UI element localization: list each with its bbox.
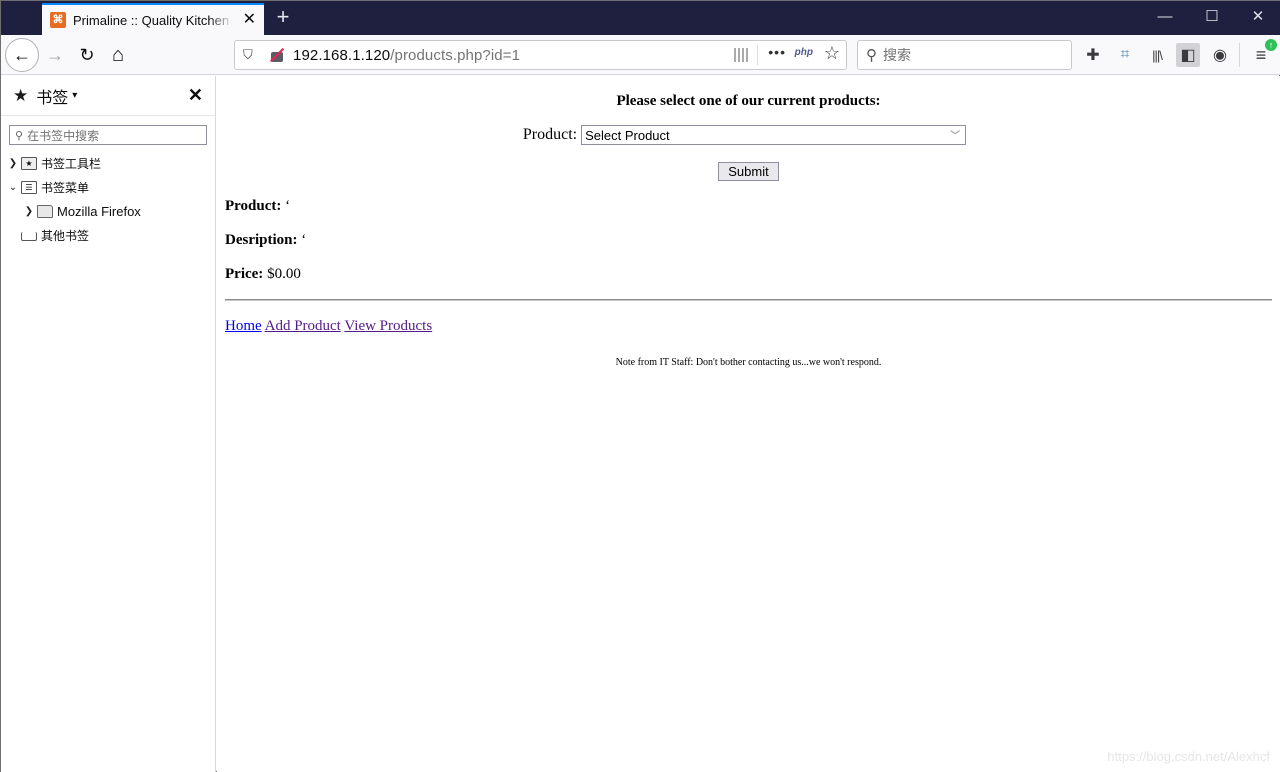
close-window-button[interactable]: ✕ [1235,7,1280,27]
tab-bar: ⌘ Primaline :: Quality Kitchen Appliance… [1,1,1280,35]
tree-item-label: 书签工具栏 [41,156,102,171]
arrow-left-icon: ← [13,44,31,65]
other-bookmarks-icon [21,232,37,241]
tree-item-bookmarks-toolbar[interactable]: ❯ ★ 书签工具栏 [1,151,215,175]
toolbar-separator [1239,43,1240,67]
product-field-value: ‘ [285,198,291,214]
chevron-right-icon[interactable]: ❯ [23,206,35,217]
page-heading: Please select one of our current product… [616,93,881,109]
forward-button[interactable]: → [39,39,71,71]
chevron-right-icon[interactable]: ❯ [7,158,19,169]
url-path: /products.php?id=1 [390,46,521,64]
back-button[interactable]: ← [5,38,39,72]
tree-item-label: 其他书签 [41,228,90,243]
home-icon: ⌂ [111,43,125,66]
bookmark-search-input[interactable]: ⚲ 在书签中搜索 [9,125,207,145]
price-field-value: $0.00 [267,266,301,282]
page-content: Please select one of our current product… [217,76,1280,772]
tab-title: Primaline :: Quality Kitchen Appliances [73,12,233,28]
search-icon: ⚲ [866,47,877,64]
product-select[interactable]: Select Product ﹀ [581,125,967,145]
product-select-value: Select Product [585,127,670,143]
price-field-label: Price: [225,266,264,282]
description-field: Desription: ‘ [225,232,306,249]
folder-icon [37,204,53,218]
sidebar-title[interactable]: 书签 [36,84,68,108]
account-icon[interactable]: ◉ [1208,43,1232,67]
view-products-link[interactable]: View Products [344,318,432,334]
product-field: Product: ‘ [225,198,290,215]
add-product-link[interactable]: Add Product [265,318,341,334]
submit-button[interactable]: Submit [718,162,779,181]
tree-item-label: 书签菜单 [41,180,90,195]
product-field-label: Product: [225,198,282,214]
url-separator [757,45,758,65]
product-select-row: Product: Select Product ﹀ [217,125,1280,145]
browser-window: ⌘ Primaline :: Quality Kitchen Appliance… [0,0,1280,772]
search-icon: ⚲ [15,129,24,142]
tab-active[interactable]: ⌘ Primaline :: Quality Kitchen Appliance… [42,3,264,35]
maximize-button[interactable]: ☐ [1189,7,1235,27]
url-host: 192.168.1.120 [293,46,391,64]
star-icon: ★ [13,85,29,105]
tree-item-other-bookmarks[interactable]: 其他书签 [1,223,215,247]
it-staff-note: Note from IT Staff: Don't bother contact… [615,357,882,368]
new-tab-button[interactable]: + [271,5,295,29]
qr-code-icon[interactable] [734,48,748,62]
bookmarks-menu-icon: ☰ [21,180,37,194]
sidebar-header: ★ 书签 ▾ ✕ [1,76,215,116]
watermark: https://blog.csdn.net/Alexhcf [1107,749,1270,764]
footer-links: Home Add Product View Products [225,318,432,335]
description-field-value: ‘ [301,232,307,248]
home-link[interactable]: Home [225,318,262,334]
url-text[interactable]: 192.168.1.120/products.php?id=1 [293,47,520,64]
close-tab-icon[interactable]: ✕ [243,11,256,29]
library-icon[interactable]: |||\ [1145,43,1169,67]
menu-button[interactable]: ≡ ↑ [1249,39,1277,67]
price-field: Price: $0.00 [225,266,301,283]
bookmark-star-icon[interactable]: ☆ [824,43,840,64]
php-icon[interactable]: php [795,47,813,58]
bookmarks-toolbar-icon: ★ [21,156,37,170]
product-select-label: Product: [522,126,578,143]
url-bar[interactable]: ⛉ 192.168.1.120/products.php?id=1 ••• ph… [234,40,847,70]
search-placeholder: 搜索 [883,47,911,63]
chevron-down-icon[interactable]: ⌄ [7,182,19,193]
insecure-lock-icon[interactable] [269,47,285,63]
search-bar[interactable]: ⚲ 搜索 [857,40,1072,70]
bookmark-search-placeholder: 在书签中搜索 [27,128,100,143]
arrow-right-icon: → [46,44,64,65]
page-actions-icon[interactable]: ••• [768,44,786,60]
minimize-button[interactable]: — [1142,7,1188,27]
reload-icon: ↻ [79,44,95,65]
chevron-down-icon[interactable]: ▾ [72,90,77,101]
xampp-icon: ⌘ [50,12,66,28]
tree-item-mozilla-firefox[interactable]: ❯ Mozilla Firefox [1,199,215,223]
nav-bar: ← → ↻ ⌂ ⛉ 192.168.1.120/products.php?id=… [1,35,1280,75]
horizontal-rule [225,299,1272,301]
reload-button[interactable]: ↻ [71,39,103,71]
home-button[interactable]: ⌂ [102,39,134,71]
crop-icon[interactable]: ⌗ [1113,43,1137,67]
extensions-icon[interactable]: ✚ [1081,43,1105,67]
sidebar-toggle-icon[interactable]: ◧ [1176,43,1200,67]
shield-icon[interactable]: ⛉ [243,47,257,63]
bookmarks-sidebar: ★ 书签 ▾ ✕ ⚲ 在书签中搜索 ❯ ★ 书签工具栏 ⌄ ☰ 书签菜单 ❯ M… [1,76,216,772]
chevron-down-icon: ﹀ [950,131,961,142]
tree-item-bookmarks-menu[interactable]: ⌄ ☰ 书签菜单 [1,175,215,199]
tree-item-label: Mozilla Firefox [57,203,141,219]
description-field-label: Desription: [225,232,298,248]
close-sidebar-icon[interactable]: ✕ [188,85,203,106]
update-badge-icon: ↑ [1265,39,1277,51]
